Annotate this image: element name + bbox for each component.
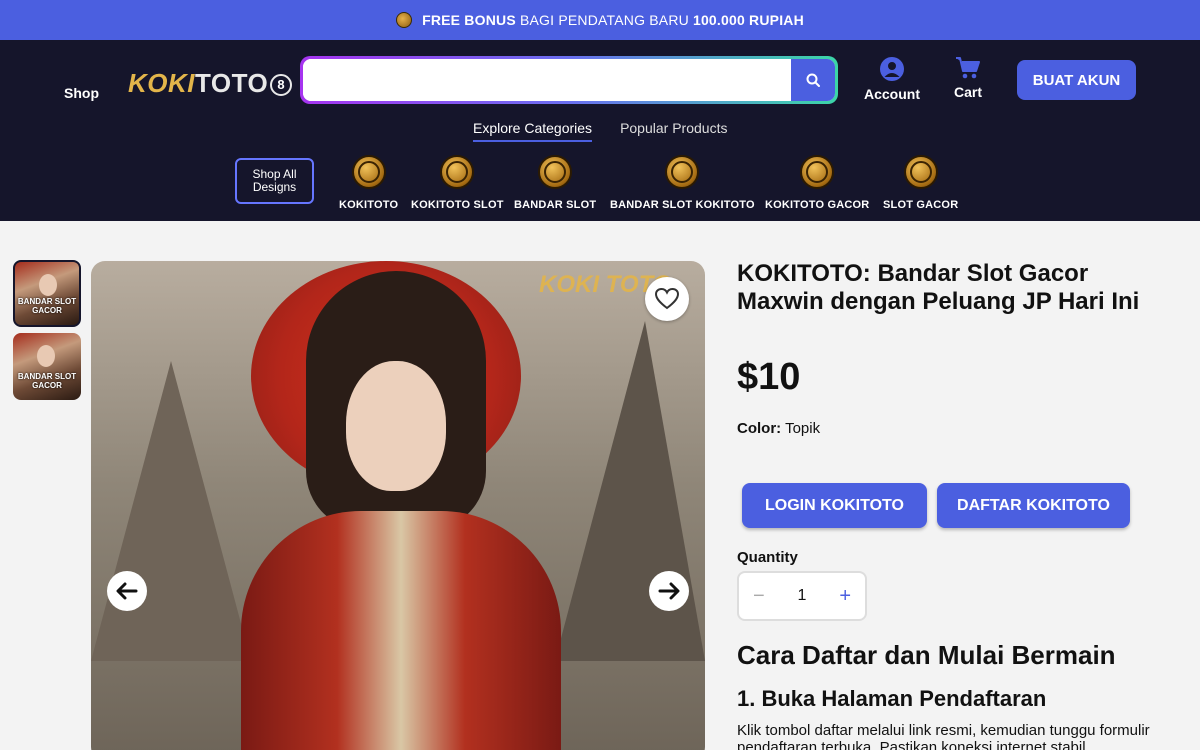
gallery-thumbnail[interactable]: BANDAR SLOT GACOR [13, 260, 81, 327]
account-icon [880, 57, 904, 81]
category-label: BANDAR SLOT [514, 199, 597, 211]
heart-icon [654, 287, 680, 310]
search-icon [806, 73, 820, 87]
color-label: Color: [737, 420, 782, 437]
login-button[interactable]: LOGIN KOKITOTO [742, 483, 927, 528]
medal-icon [903, 155, 938, 189]
next-image-button[interactable] [649, 571, 689, 611]
product-price: $10 [737, 356, 801, 398]
tab-popular-products[interactable]: Popular Products [620, 120, 727, 142]
section-paragraph: Klik tombol daftar melalui link resmi, k… [737, 722, 1150, 750]
category-item[interactable]: KOKITOTO [339, 155, 398, 211]
logo-toto: TOTO [195, 68, 269, 98]
medal-icon [440, 155, 475, 189]
cart-button[interactable]: Cart [954, 56, 982, 100]
quantity-decrease-button[interactable]: − [753, 585, 765, 608]
thumbnail-caption: BANDAR SLOT GACOR [17, 372, 77, 390]
previous-image-button[interactable] [107, 571, 147, 611]
promo-middle: BAGI PENDATANG BARU [519, 12, 689, 28]
product-image: KOKI TOTO [91, 261, 705, 750]
cart-label: Cart [954, 84, 983, 100]
medal-icon [351, 155, 386, 189]
create-account-button[interactable]: BUAT AKUN [1017, 60, 1136, 100]
tab-explore-categories[interactable]: Explore Categories [473, 120, 593, 142]
quantity-stepper: − 1 + [737, 571, 867, 621]
shop-link[interactable]: Shop [64, 85, 99, 101]
search-input[interactable] [303, 59, 791, 101]
arrow-left-icon [116, 582, 138, 600]
category-label: SLOT GACOR [883, 199, 959, 211]
thumbnail-caption: BANDAR SLOT GACOR [17, 297, 77, 315]
product-color: Color: Topik [737, 420, 820, 437]
shop-all-designs-button[interactable]: Shop All Designs [235, 158, 314, 204]
portrait-face [346, 361, 446, 491]
section-subheading: 1. Buka Halaman Pendaftaran [737, 686, 1047, 711]
cart-icon [956, 57, 980, 79]
category-label: KOKITOTO SLOT [411, 199, 504, 211]
arrow-right-icon [658, 582, 680, 600]
promo-bold-lead: FREE BONUS [422, 12, 516, 28]
logo-koki: KOKI [128, 68, 195, 98]
color-value: Topik [785, 420, 821, 437]
product-title: KOKITOTO: Bandar Slot Gacor Maxwin denga… [737, 260, 1140, 315]
section-heading: Cara Daftar dan Mulai Bermain [737, 640, 1116, 670]
category-label: BANDAR SLOT KOKITOTO [610, 199, 755, 211]
category-item[interactable]: KOKITOTO SLOT [411, 155, 504, 211]
thumbnail-figure [39, 274, 57, 296]
header-tabs: Explore Categories Popular Products [473, 120, 727, 142]
quantity-value[interactable]: 1 [798, 587, 807, 605]
medal-icon [538, 155, 573, 189]
category-label: KOKITOTO [339, 199, 399, 211]
category-item[interactable]: SLOT GACOR [883, 155, 958, 211]
gallery-thumbnail[interactable]: BANDAR SLOT GACOR [13, 333, 81, 400]
promo-bold-tail: 100.000 RUPIAH [692, 12, 804, 28]
category-item[interactable]: BANDAR SLOT KOKITOTO [610, 155, 755, 211]
category-label: KOKITOTO GACOR [765, 199, 870, 211]
account-button[interactable]: Account [864, 56, 920, 102]
medal-icon [800, 155, 835, 189]
register-button[interactable]: DAFTAR KOKITOTO [937, 483, 1130, 528]
site-logo[interactable]: KOKITOTO 8 [128, 68, 293, 99]
search-bar [300, 56, 838, 104]
promo-bar: FREE BONUS BAGI PENDATANG BARU 100.000 R… [0, 0, 1200, 40]
logo-number: 8 [270, 74, 293, 96]
category-item[interactable]: BANDAR SLOT [514, 155, 596, 211]
category-item[interactable]: KOKITOTO GACOR [765, 155, 869, 211]
medal-icon [665, 155, 700, 189]
thumbnail-figure [37, 345, 55, 367]
site-header: Shop KOKITOTO 8 Account Cart BUAT AKUN E… [0, 40, 1200, 221]
account-label: Account [864, 86, 920, 102]
category-strip: Shop All Designs KOKITOTO KOKITOTO SLOT … [0, 155, 1200, 215]
favorite-button[interactable] [645, 277, 689, 321]
quantity-label: Quantity [737, 549, 798, 566]
search-button[interactable] [791, 59, 835, 101]
coin-icon [396, 12, 413, 28]
quantity-increase-button[interactable]: + [839, 585, 851, 608]
